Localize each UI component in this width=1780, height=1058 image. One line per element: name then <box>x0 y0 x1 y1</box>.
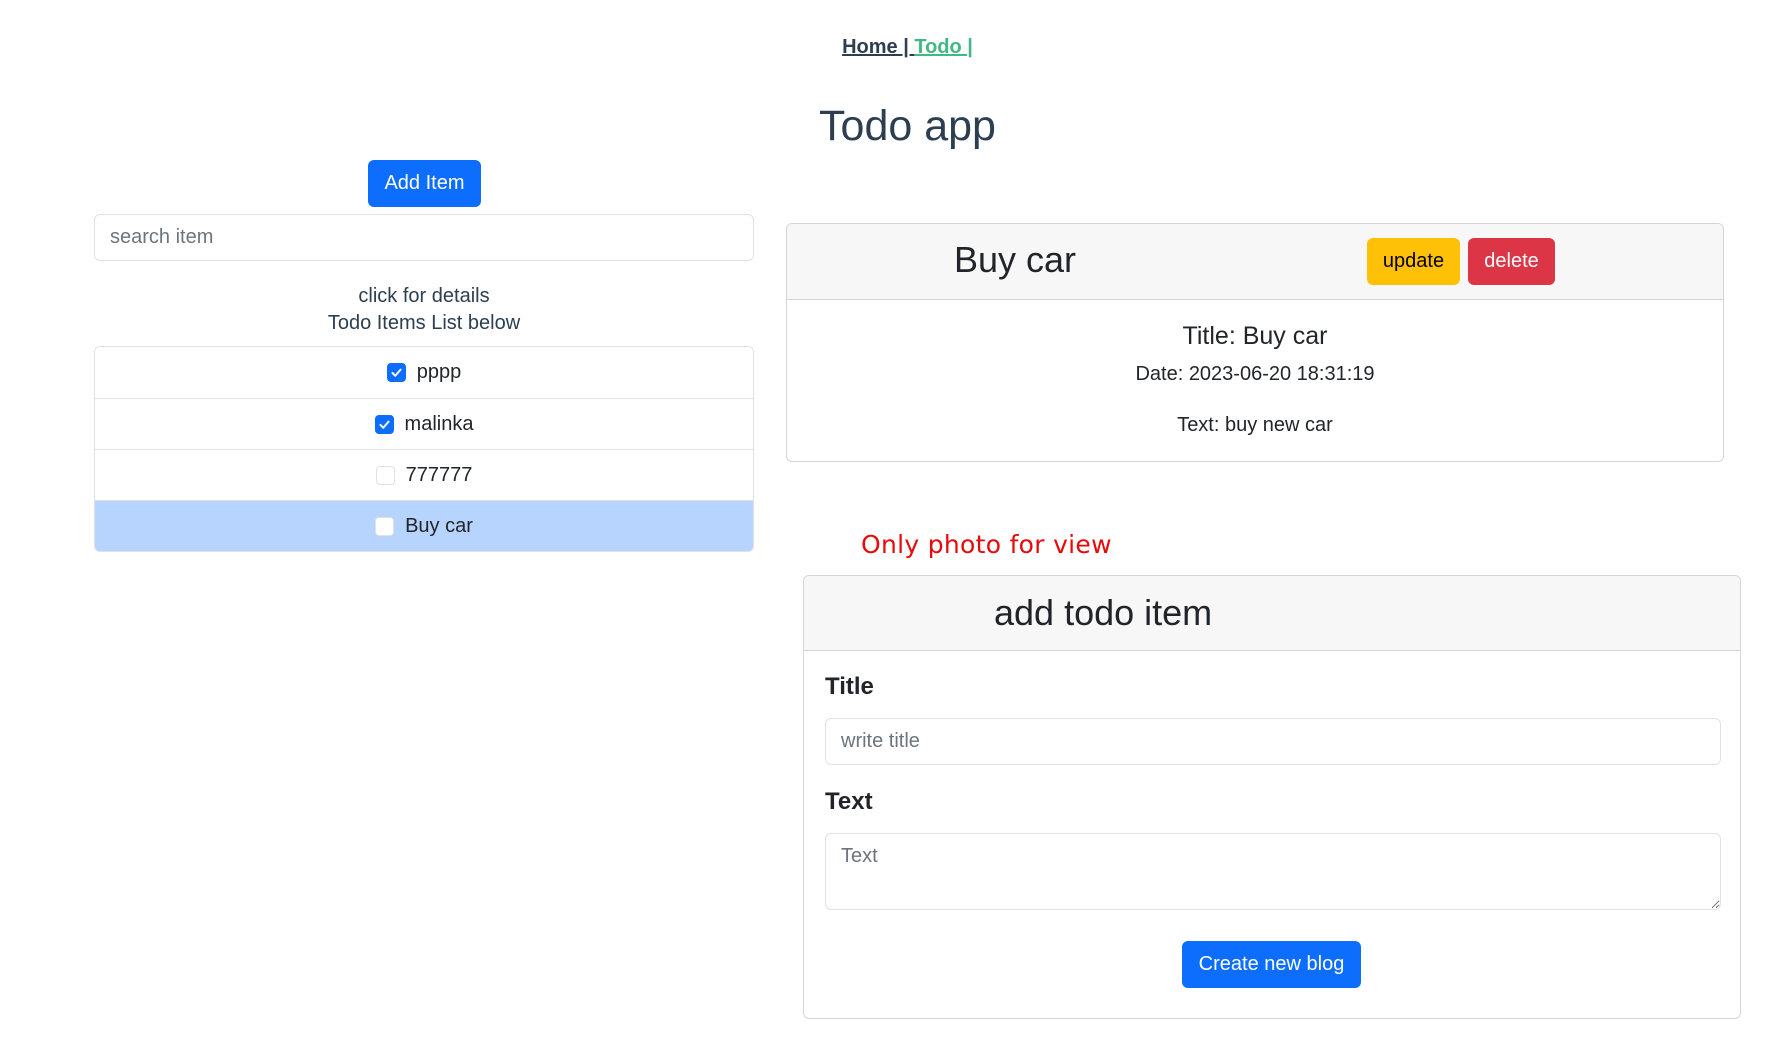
todo-item-label: 777777 <box>405 463 473 486</box>
page-title: Todo app <box>819 102 996 150</box>
search-input[interactable] <box>94 214 754 261</box>
list-caption: click for details Todo Items List below <box>94 283 754 337</box>
delete-button[interactable]: delete <box>1468 238 1555 285</box>
todo-checkbox[interactable] <box>375 465 395 485</box>
caption-click-for-details: click for details <box>358 285 490 307</box>
todo-list-item[interactable]: 777777 <box>95 449 753 500</box>
detail-card-header: Buy car update delete <box>787 224 1723 300</box>
todo-item-label: pppp <box>416 361 462 383</box>
photo-only-note: Only photo for view <box>861 530 1112 559</box>
todo-checkbox[interactable] <box>386 363 406 382</box>
add-card-header: add todo item <box>804 576 1740 651</box>
detail-title-line: Title: Buy car <box>1182 322 1328 350</box>
todo-item-label: malinka <box>404 412 474 435</box>
title-input[interactable] <box>825 718 1721 765</box>
nav-link-home[interactable]: Home | <box>842 36 914 58</box>
add-card-title: add todo item <box>994 592 1213 633</box>
todo-list-item[interactable]: pppp <box>95 347 753 398</box>
detail-header-title: Buy car <box>954 239 1077 280</box>
detail-date-line: Date: 2023-06-20 18:31:19 <box>1135 363 1375 385</box>
todo-item-label: Buy car <box>405 514 473 537</box>
add-item-button[interactable]: Add Item <box>368 160 481 207</box>
todo-list-item[interactable]: Buy car <box>95 500 753 551</box>
todo-list: pppp malinka 777777 Buy car <box>94 346 754 552</box>
create-new-blog-button[interactable]: Create new blog <box>1182 941 1361 988</box>
todo-checkbox[interactable] <box>375 516 395 536</box>
text-field-label: Text <box>825 788 873 815</box>
nav-link-todo[interactable]: Todo | <box>914 36 973 58</box>
detail-text-line: Text: buy new car <box>1177 414 1333 436</box>
caption-list-below: Todo Items List below <box>327 312 521 334</box>
text-textarea[interactable] <box>825 833 1721 910</box>
check-icon <box>378 420 390 429</box>
todo-detail-card: Buy car update delete Title: Buy car Dat… <box>786 223 1724 462</box>
title-field-label: Title <box>825 673 874 700</box>
check-icon <box>391 368 402 377</box>
todo-checkbox[interactable] <box>374 414 394 434</box>
update-button[interactable]: update <box>1367 238 1460 285</box>
add-todo-card: add todo item Title Text Create new blog <box>803 575 1741 1019</box>
top-nav: Home | Todo | <box>0 36 1780 59</box>
todo-list-item[interactable]: malinka <box>95 398 753 449</box>
